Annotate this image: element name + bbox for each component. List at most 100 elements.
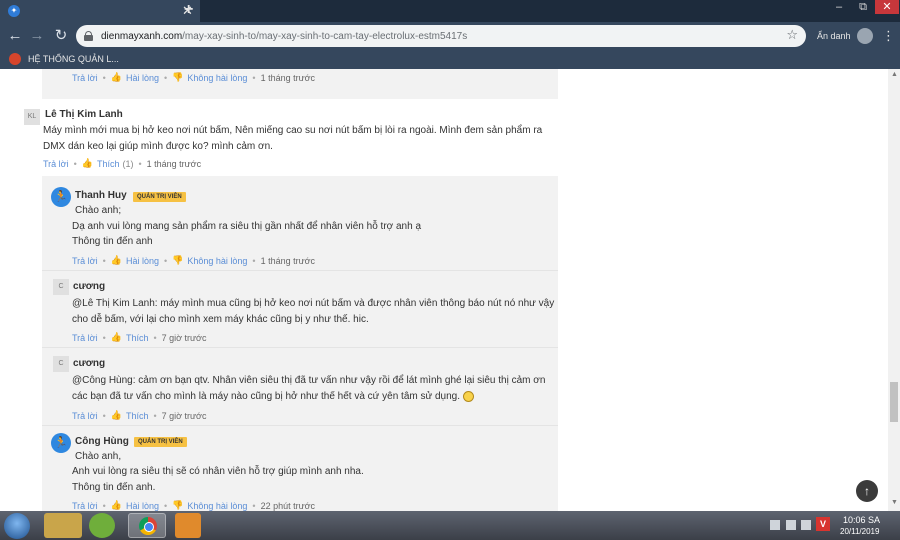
arrow-up-icon: ↑: [864, 484, 870, 498]
reply-text-line: @Công Hùng: cảm ơn bạn qtv. Nhân viên si…: [72, 375, 546, 386]
like-link[interactable]: Thích: [126, 333, 149, 343]
reply-link[interactable]: Trả lời: [72, 333, 98, 343]
unsatisfied-link[interactable]: Không hài lòng: [187, 73, 247, 83]
timestamp: 1 tháng trước: [260, 72, 316, 83]
back-to-top-button[interactable]: ↑: [856, 480, 878, 502]
address-bar[interactable]: dienmayxanh.com/may-xay-sinh-to/may-xay-…: [76, 25, 806, 47]
reply-text: các bạn đã tư vấn cho mình là máy nào cũ…: [72, 391, 460, 402]
url-domain: dienmayxanh.com: [101, 30, 183, 42]
thumb-up-icon: 👍: [110, 72, 122, 82]
timestamp: 7 giờ trước: [161, 332, 207, 343]
thumb-up-icon: 👍: [110, 255, 122, 265]
thumb-up-icon: 👍: [81, 158, 93, 168]
reply-author: cương: [73, 281, 106, 292]
chrome-icon: [139, 517, 157, 535]
thumb-up-icon: 👍: [110, 500, 122, 510]
comment-text-line: Máy mình mới mua bị hở keo nơi nút bấm, …: [43, 125, 543, 136]
reply-text-line: Chào anh;: [75, 205, 122, 216]
bookmark-star-icon[interactable]: ☆: [786, 27, 798, 43]
thumb-down-icon: 👎: [172, 255, 184, 265]
reply-divider: [42, 425, 558, 426]
avatar: C: [53, 356, 69, 372]
reply-link[interactable]: Trả lời: [43, 159, 69, 169]
thumb-up-icon: 👍: [110, 410, 122, 420]
unsatisfied-link[interactable]: Không hài lòng: [187, 501, 247, 511]
tray-arrow-icon[interactable]: [770, 520, 780, 530]
tray-app-icon[interactable]: V: [816, 517, 830, 531]
bookmark-item[interactable]: HỆ THỐNG QUẢN L...: [28, 54, 119, 64]
like-link[interactable]: Thích: [126, 411, 149, 421]
reply-text-line: @Lê Thị Kim Lanh: máy mình mua cũng bị h…: [72, 298, 555, 309]
browser-toolbar: ← → ↻ dienmayxanh.com/may-xay-sinh-to/ma…: [0, 22, 900, 50]
browser-tab[interactable]: ✦ ✕: [0, 0, 200, 22]
reply-actions: Trả lời • 👍 Thích • 7 giờ trước: [72, 410, 207, 421]
satisfied-link[interactable]: Hài lòng: [126, 256, 159, 266]
back-button[interactable]: ←: [6, 27, 24, 45]
main-comment-actions: Trả lời • 👍 Thích (1) • 1 tháng trước: [43, 158, 202, 169]
new-tab-button[interactable]: +: [184, 1, 193, 19]
network-icon[interactable]: [786, 520, 796, 530]
chrome-taskbar-button[interactable]: [128, 513, 166, 538]
reply-link[interactable]: Trả lời: [72, 411, 98, 421]
clock-time[interactable]: 10:06 SA: [843, 515, 880, 525]
forward-button[interactable]: →: [28, 27, 46, 45]
unsatisfied-link[interactable]: Không hài lòng: [187, 256, 247, 266]
reply-divider: [42, 270, 558, 271]
like-link[interactable]: Thích: [97, 159, 120, 169]
reply-actions: Trả lời • 👍 Hài lòng • 👎 Không hài lòng • 22 …: [72, 500, 316, 511]
staff-avatar-icon: 🏃: [51, 187, 71, 207]
start-button[interactable]: [4, 513, 30, 539]
reply-text-line: Dạ anh vui lòng mang sản phẩm ra siêu th…: [72, 221, 422, 232]
menu-dots-icon[interactable]: ⋮: [882, 27, 895, 45]
restore-button[interactable]: ⧉: [851, 0, 875, 14]
scroll-down-icon[interactable]: ▼: [891, 499, 898, 506]
reply-actions: Trả lời • 👍 Hài lòng • 👎 Không hài lòng • 1 t…: [72, 255, 316, 266]
staff-badge: QUẢN TRỊ VIÊN: [133, 192, 186, 202]
satisfied-link[interactable]: Hài lòng: [126, 73, 159, 83]
close-window-button[interactable]: ✕: [875, 0, 899, 14]
reply-text-line: Thông tin đến anh: [72, 236, 153, 247]
volume-icon[interactable]: [801, 520, 811, 530]
thumb-down-icon: 👎: [172, 72, 184, 82]
reply-link[interactable]: Trả lời: [72, 501, 98, 511]
previous-reply-actions: Trả lời • 👍 Hài lòng • 👎 Không hài lòng • 1 t…: [72, 72, 316, 83]
reply-link[interactable]: Trả lời: [72, 73, 98, 83]
scroll-thumb[interactable]: [890, 382, 898, 422]
reload-button[interactable]: ↻: [52, 27, 70, 45]
url-path: /may-xay-sinh-to/may-xay-sinh-to-cam-tay…: [182, 30, 468, 42]
file-explorer-icon[interactable]: [44, 513, 82, 538]
satisfied-link[interactable]: Hài lòng: [126, 501, 159, 511]
lock-icon[interactable]: [84, 31, 93, 41]
comment-text-line: DMX dán keo lại giúp mình được ko? mình …: [43, 141, 273, 152]
media-player-icon[interactable]: [175, 513, 201, 538]
reply-link[interactable]: Trả lời: [72, 256, 98, 266]
timestamp: 1 tháng trước: [260, 255, 316, 266]
page-scrollbar[interactable]: ▲ ▼: [888, 69, 900, 511]
thumb-up-icon: 👍: [110, 332, 122, 342]
bookmarks-bar: HỆ THỐNG QUẢN L...: [0, 50, 900, 69]
scroll-up-icon[interactable]: ▲: [891, 71, 898, 78]
reply-author: Công Hùng: [75, 436, 129, 447]
staff-avatar-icon: 🏃: [51, 433, 71, 453]
avatar: C: [53, 279, 69, 295]
incognito-label: Ẩn danh: [817, 31, 851, 41]
incognito-icon[interactable]: [857, 28, 873, 44]
url-text[interactable]: dienmayxanh.com/may-xay-sinh-to/may-xay-…: [101, 31, 467, 42]
reply-author: Thanh Huy: [75, 190, 127, 201]
staff-badge: QUẢN TRỊ VIÊN: [134, 437, 187, 447]
timestamp: 7 giờ trước: [161, 410, 207, 421]
page-content: Trả lời • 👍 Hài lòng • 👎 Không hài lòng • 1 t…: [0, 69, 888, 511]
clock-date[interactable]: 20/11/2019: [840, 527, 879, 536]
minimize-button[interactable]: ‒: [827, 0, 851, 14]
avatar: KL: [24, 109, 40, 125]
reply-text-line: cho dễ bấm, với lại cho mình xem máy khá…: [72, 314, 369, 325]
app-launcher-icon[interactable]: [89, 513, 115, 538]
timestamp: 1 tháng trước: [146, 158, 202, 169]
windows-taskbar: V 10:06 SA 20/11/2019: [0, 511, 900, 540]
thumb-down-icon: 👎: [172, 500, 184, 510]
timestamp: 22 phút trước: [260, 500, 316, 511]
reply-text-line: các bạn đã tư vấn cho mình là máy nào cũ…: [72, 389, 474, 405]
reply-author: cương: [73, 358, 106, 369]
comment-author: Lê Thị Kim Lanh: [45, 109, 123, 120]
reply-text-line: Chào anh,: [75, 451, 122, 462]
